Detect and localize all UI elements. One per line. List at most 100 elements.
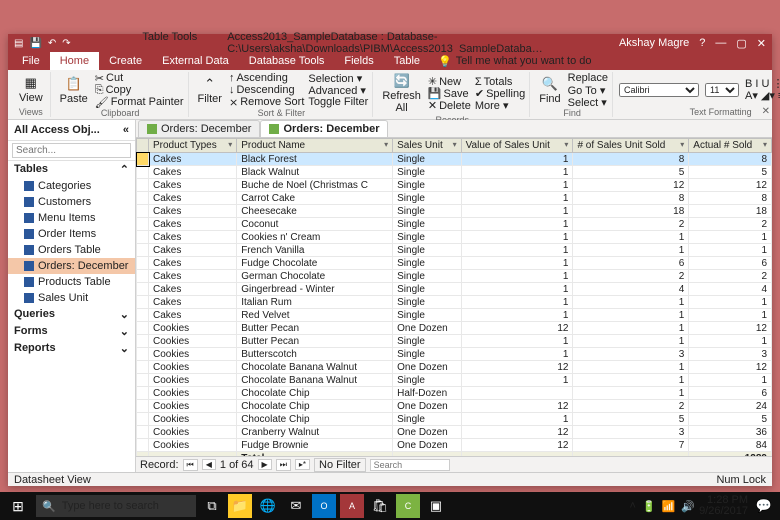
ascending-button[interactable]: ↑Ascending <box>229 72 304 84</box>
app-icon[interactable]: ▣ <box>424 494 448 518</box>
select-button[interactable]: Select ▾ <box>568 96 608 108</box>
find-button[interactable]: 🔍Find <box>536 75 563 106</box>
refresh-all-button[interactable]: 🔄Refresh All <box>379 72 424 115</box>
table-row[interactable]: CookiesButter PecanSingle111 <box>137 335 772 348</box>
table-row[interactable]: CakesGerman ChocolateSingle122 <box>137 270 772 283</box>
remove-sort-button[interactable]: ⨯Remove Sort <box>229 96 304 108</box>
doc-tab-2[interactable]: Orders: December <box>260 120 388 137</box>
table-row[interactable]: CookiesChocolate ChipHalf-Dozen16 <box>137 387 772 400</box>
text-style-row[interactable]: B I U ⋮≡ ≡ ▾ <box>745 78 780 90</box>
column-header[interactable]: Sales Unit▾ <box>393 139 461 153</box>
tell-me[interactable]: 💡Tell me what you want to do <box>430 52 599 70</box>
copy-button[interactable]: ⎘Copy <box>95 84 184 96</box>
column-header[interactable]: # of Sales Unit Sold▾ <box>573 139 689 153</box>
notifications-icon[interactable]: 💬 <box>752 494 776 518</box>
chrome-icon[interactable]: 🌐 <box>256 494 280 518</box>
totals-button[interactable]: Σ Totals <box>475 76 525 88</box>
table-row[interactable]: CookiesChocolate Banana WalnutSingle111 <box>137 374 772 387</box>
nav-group-tables[interactable]: Tables <box>14 163 48 176</box>
datasheet[interactable]: Product Types▾Product Name▾Sales Unit▾Va… <box>136 138 772 456</box>
store-icon[interactable]: 🛍 <box>368 494 392 518</box>
table-row[interactable]: CakesCoconutSingle122 <box>137 218 772 231</box>
tab-external-data[interactable]: External Data <box>152 52 239 70</box>
advanced-button[interactable]: Advanced ▾ <box>308 84 368 96</box>
start-button[interactable]: ⊞ <box>4 494 32 518</box>
save-button[interactable]: 💾Save <box>428 88 471 100</box>
table-row[interactable]: CakesGingerbread - WinterSingle144 <box>137 283 772 296</box>
mail-icon[interactable]: ✉ <box>284 494 308 518</box>
table-row[interactable]: CookiesChocolate ChipOne Dozen12224 <box>137 400 772 413</box>
battery-icon[interactable]: 🔋 <box>642 500 656 513</box>
nav-search-input[interactable] <box>12 143 131 158</box>
doc-tab-1[interactable]: Orders: December <box>138 120 260 137</box>
column-header[interactable]: Product Name▾ <box>237 139 393 153</box>
close-icon[interactable]: ✕ <box>757 37 766 50</box>
filter-button[interactable]: ⌃Filter <box>195 75 225 106</box>
nav-header[interactable]: All Access Obj... <box>14 124 100 136</box>
table-row[interactable]: CakesBlack ForestSingle188 <box>137 153 772 166</box>
column-header[interactable]: Product Types▾ <box>149 139 237 153</box>
collapse-icon[interactable]: ⌃ <box>120 163 129 176</box>
access-taskbar-icon[interactable]: A <box>340 494 364 518</box>
toggle-filter-button[interactable]: Toggle Filter <box>308 96 368 108</box>
text-align-row[interactable]: A▾ ◢▾ ≡ ≡ ≡ ▦▾ <box>745 90 780 102</box>
prev-record-button[interactable]: ◀ <box>202 459 216 470</box>
record-search-input[interactable] <box>370 459 450 471</box>
system-tray[interactable]: ˄ 🔋 📶 🔊 <box>630 500 696 513</box>
table-row[interactable]: CakesFudge ChocolateSingle166 <box>137 257 772 270</box>
table-row[interactable]: CookiesChocolate ChipSingle155 <box>137 413 772 426</box>
taskbar-clock[interactable]: 1:28 PM 9/26/2017 <box>699 495 748 517</box>
table-row[interactable]: CakesBuche de Noel (Christmas CSingle112… <box>137 179 772 192</box>
nav-group-reports[interactable]: Reports <box>14 342 56 355</box>
task-view-icon[interactable]: ⧉ <box>200 494 224 518</box>
table-row[interactable]: CakesBlack WalnutSingle155 <box>137 166 772 179</box>
minimize-icon[interactable]: — <box>715 37 726 49</box>
taskbar-search[interactable]: 🔍Type here to search <box>36 495 196 517</box>
next-record-button[interactable]: ▶ <box>258 459 272 470</box>
table-row[interactable]: CookiesCranberry WalnutOne Dozen12336 <box>137 426 772 439</box>
nav-item[interactable]: Menu Items <box>8 210 135 226</box>
table-row[interactable]: CookiesFudge BrownieOne Dozen12784 <box>137 439 772 452</box>
font-select[interactable]: Calibri <box>619 83 699 97</box>
tab-database-tools[interactable]: Database Tools <box>239 52 335 70</box>
table-row[interactable]: CakesCookies n' CreamSingle111 <box>137 231 772 244</box>
tab-fields[interactable]: Fields <box>334 52 383 70</box>
nav-item[interactable]: Products Table <box>8 274 135 290</box>
nav-item[interactable]: Categories <box>8 178 135 194</box>
table-row[interactable]: CookiesButter PecanOne Dozen12112 <box>137 322 772 335</box>
goto-button[interactable]: Go To ▾ <box>568 84 608 96</box>
nav-item[interactable]: Sales Unit <box>8 290 135 306</box>
spelling-button[interactable]: ✔ Spelling <box>475 88 525 100</box>
new-button[interactable]: ✳New <box>428 76 471 88</box>
nav-item[interactable]: Customers <box>8 194 135 210</box>
camtasia-icon[interactable]: C <box>396 494 420 518</box>
selection-button[interactable]: Selection ▾ <box>308 72 368 84</box>
tab-file[interactable]: File <box>12 52 50 70</box>
maximize-icon[interactable]: ▢ <box>736 37 746 50</box>
nav-group-forms[interactable]: Forms <box>14 325 48 338</box>
descending-button[interactable]: ↓Descending <box>229 84 304 96</box>
wifi-icon[interactable]: 📶 <box>662 500 676 513</box>
table-row[interactable]: CakesCheesecakeSingle11818 <box>137 205 772 218</box>
nav-item[interactable]: Orders Table <box>8 242 135 258</box>
table-row[interactable]: CookiesChocolate Banana WalnutOne Dozen1… <box>137 361 772 374</box>
help-icon[interactable]: ? <box>699 37 705 49</box>
redo-icon[interactable]: ↷ <box>62 38 70 49</box>
tab-table[interactable]: Table <box>384 52 430 70</box>
chevron-left-icon[interactable]: « <box>123 124 129 136</box>
font-size-select[interactable]: 11 <box>705 83 739 97</box>
chevron-up-icon[interactable]: ˄ <box>630 500 636 512</box>
last-record-button[interactable]: ⏭ <box>276 459 291 471</box>
format-painter-button[interactable]: 🖌Format Painter <box>95 96 184 108</box>
nav-group-queries[interactable]: Queries <box>14 308 55 321</box>
column-header[interactable]: Value of Sales Unit▾ <box>461 139 573 153</box>
table-row[interactable]: CakesCarrot CakeSingle188 <box>137 192 772 205</box>
new-record-button[interactable]: ▸* <box>295 459 310 470</box>
table-row[interactable]: CakesRed VelvetSingle111 <box>137 309 772 322</box>
outlook-icon[interactable]: O <box>312 494 336 518</box>
table-row[interactable]: CookiesButterscotchSingle133 <box>137 348 772 361</box>
nav-item[interactable]: Order Items <box>8 226 135 242</box>
replace-button[interactable]: Replace <box>568 72 608 84</box>
delete-button[interactable]: ✕Delete <box>428 100 471 112</box>
volume-icon[interactable]: 🔊 <box>681 500 695 513</box>
